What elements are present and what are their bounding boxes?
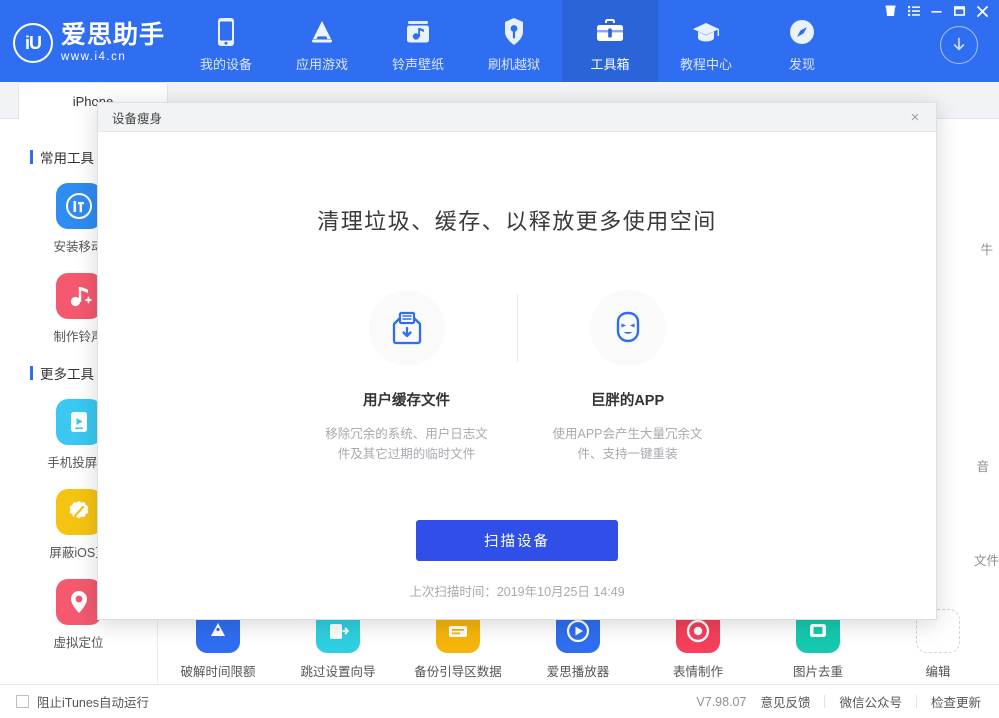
sidebar-item-label: 制作铃声 xyxy=(53,326,103,345)
modal-title: 设备瘦身 xyxy=(112,108,162,127)
tool-label: 破解时间限额 xyxy=(180,661,255,680)
shield-key-icon xyxy=(503,16,525,48)
tool-label: 编辑 xyxy=(925,661,950,680)
app-logo[interactable]: iU 爱思助手 www.i4.cn xyxy=(0,0,178,82)
maximize-icon[interactable] xyxy=(949,2,970,20)
nav-label: 发现 xyxy=(789,54,815,73)
feature-desc: 使用APP会产生大量冗余文件、支持一键重装 xyxy=(542,424,714,464)
nav-item-apps-games[interactable]: 应用游戏 xyxy=(274,0,370,82)
nav-item-ringtone-wallpaper[interactable]: 铃声壁纸 xyxy=(370,0,466,82)
modal-titlebar: 设备瘦身 × xyxy=(98,103,936,132)
screen-cast-icon xyxy=(56,399,102,445)
sidebar-item-label: 安装移动 xyxy=(53,236,103,255)
nav-label: 我的设备 xyxy=(200,54,252,73)
close-icon[interactable] xyxy=(972,2,993,20)
nav-label: 应用游戏 xyxy=(296,54,348,73)
modal-body: 清理垃圾、缓存、以释放更多使用空间 用户缓存文件 移除冗余的系统、用户日志文件及… xyxy=(98,132,936,619)
logo-text: 爱思助手 www.i4.cn xyxy=(61,23,165,64)
feature-user-cache-files[interactable]: 用户缓存文件 移除冗余的系统、用户日志文件及其它过期的临时文件 xyxy=(297,290,517,464)
feature-title: 巨胖的APP xyxy=(591,389,664,410)
nav-label: 刷机越狱 xyxy=(488,54,540,73)
feature-desc: 移除冗余的系统、用户日志文件及其它过期的临时文件 xyxy=(321,424,493,464)
tools-grid-row: 破解时间限额 跳过设置向导 备份引导区数据 xyxy=(158,609,999,684)
block-itunes-label[interactable]: 阻止iTunes自动运行 xyxy=(37,692,149,711)
block-itunes-option[interactable]: 阻止iTunes自动运行 xyxy=(16,692,149,711)
sidebar-item-label: 虚拟定位 xyxy=(53,632,103,651)
i4-app-icon xyxy=(56,183,102,229)
tool-label: 跳过设置向导 xyxy=(300,661,375,680)
tool-label: 表情制作 xyxy=(673,661,723,680)
feedback-link[interactable]: 意见反馈 xyxy=(760,692,810,711)
group-accent-bar xyxy=(30,366,33,380)
block-update-icon xyxy=(56,489,102,535)
tool-label: 爱思播放器 xyxy=(547,661,610,680)
logo-subtitle: www.i4.cn xyxy=(61,52,165,64)
feature-list: 用户缓存文件 移除冗余的系统、用户日志文件及其它过期的临时文件 巨胖的APP xyxy=(297,290,738,464)
nav-item-my-device[interactable]: 我的设备 xyxy=(178,0,274,82)
download-arrow-icon[interactable] xyxy=(940,26,978,64)
compass-icon xyxy=(788,16,816,48)
bg-fragment-text: 文件 xyxy=(974,550,999,569)
bg-fragment-text: 牛 xyxy=(980,239,993,258)
wechat-link[interactable]: 微信公众号 xyxy=(839,692,902,711)
toolbox-icon xyxy=(595,16,625,48)
group-accent-bar xyxy=(30,150,33,164)
nav-item-flash-jailbreak[interactable]: 刷机越狱 xyxy=(466,0,562,82)
minimize-icon[interactable] xyxy=(926,2,947,20)
device-slimming-modal: 设备瘦身 × 清理垃圾、缓存、以释放更多使用空间 用户缓存文件 xyxy=(97,102,937,620)
appstore-icon xyxy=(307,16,337,48)
status-links: V7.98.07 意见反馈 微信公众号 检查更新 xyxy=(696,692,981,711)
last-scan-time: 上次扫描时间：2019年10月25日 14:49 xyxy=(409,581,624,600)
separator xyxy=(916,695,917,708)
sidebar-group-label: 更多工具 xyxy=(40,363,94,383)
music-album-icon xyxy=(405,16,431,48)
nav-label: 工具箱 xyxy=(590,54,629,73)
modal-heading: 清理垃圾、缓存、以释放更多使用空间 xyxy=(317,204,717,236)
sidebar-group-label: 常用工具 xyxy=(40,147,94,167)
nav-label: 铃声壁纸 xyxy=(392,54,444,73)
graduation-cap-icon xyxy=(691,16,721,48)
nav-item-tutorial-center[interactable]: 教程中心 xyxy=(658,0,754,82)
app-header: iU 爱思助手 www.i4.cn 我的设备 应用游戏 xyxy=(0,0,999,82)
status-bar: 阻止iTunes自动运行 V7.98.07 意见反馈 微信公众号 检查更新 xyxy=(0,684,999,718)
ringtone-note-icon xyxy=(56,273,102,319)
nav-item-discover[interactable]: 发现 xyxy=(754,0,850,82)
fat-face-icon xyxy=(590,290,666,366)
check-update-link[interactable]: 检查更新 xyxy=(931,692,981,711)
list-menu-icon[interactable] xyxy=(903,2,924,20)
separator xyxy=(824,695,825,708)
tool-label: 备份引导区数据 xyxy=(414,661,502,680)
tool-label: 图片去重 xyxy=(793,661,843,680)
inbox-download-icon xyxy=(369,290,445,366)
main-nav: 我的设备 应用游戏 铃声壁纸 刷机越狱 xyxy=(178,0,850,82)
bg-fragment-text: 音 xyxy=(976,456,989,475)
nav-label: 教程中心 xyxy=(680,54,732,73)
logo-title: 爱思助手 xyxy=(61,23,165,48)
app-window: iU 爱思助手 www.i4.cn 我的设备 应用游戏 xyxy=(0,0,999,718)
modal-close-icon[interactable]: × xyxy=(904,106,926,128)
scan-device-button[interactable]: 扫描设备 xyxy=(416,520,618,561)
window-controls xyxy=(880,2,993,20)
block-itunes-checkbox[interactable] xyxy=(16,695,29,708)
cleanup-icon[interactable] xyxy=(880,2,901,20)
nav-item-toolbox[interactable]: 工具箱 xyxy=(562,0,658,82)
phone-icon xyxy=(215,16,237,48)
logo-mark-icon: iU xyxy=(13,23,53,63)
feature-fat-app[interactable]: 巨胖的APP 使用APP会产生大量冗余文件、支持一键重装 xyxy=(518,290,738,464)
feature-title: 用户缓存文件 xyxy=(363,389,450,410)
location-pin-icon xyxy=(56,579,102,625)
version-label: V7.98.07 xyxy=(696,695,746,709)
